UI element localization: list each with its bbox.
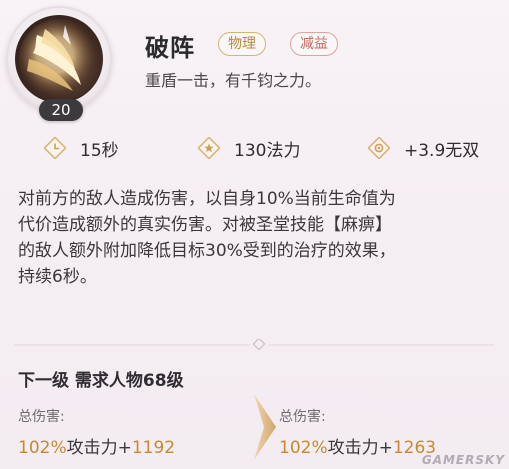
description-line: 持续6秒。: [18, 267, 97, 287]
star-icon: [197, 136, 221, 160]
stat-cost: 130法力: [197, 134, 301, 162]
musou-icon: [367, 136, 391, 160]
chevron-right-icon: [252, 392, 278, 462]
skill-icon-container[interactable]: 20: [6, 6, 114, 121]
clock-icon: [43, 136, 67, 160]
current-damage-pct: 102%: [18, 438, 67, 458]
next-damage-mid: 攻击力+: [327, 438, 393, 458]
current-damage-value: 102%攻击力+1192: [18, 433, 175, 458]
next-damage-pct: 102%: [279, 438, 328, 458]
tag-debuff: 减益: [290, 32, 338, 56]
cooldown-value: 15秒: [80, 140, 119, 161]
next-level-title: 下一级 需求人物68级: [18, 371, 184, 391]
current-damage-mid: 攻击力+: [66, 438, 132, 458]
next-damage-value: 102%攻击力+1263: [279, 433, 436, 458]
description-line: 的敌人额外附加降低目标30%受到的治疗的效果，: [18, 241, 396, 261]
skill-level-badge: 20: [39, 99, 83, 121]
description-line: 对前方的敌人造成伤害，以自身10%当前生命值为: [18, 189, 396, 209]
current-damage-label: 总伤害:: [18, 409, 65, 425]
next-damage-label: 总伤害:: [279, 409, 326, 425]
skill-description: 对前方的敌人造成伤害，以自身10%当前生命值为 代价造成额外的真实伤害。对被圣堂…: [18, 186, 502, 290]
current-damage-num: 1192: [131, 438, 176, 458]
skill-name: 破阵: [145, 34, 195, 62]
description-line: 代价造成额外的真实伤害。对被圣堂技能【麻痹】: [18, 215, 392, 235]
skill-card: 20 破阵 物理 减益 重盾一击，有千钧之力。 15秒 130法力 +3.9无双…: [0, 0, 509, 469]
tag-physical: 物理: [218, 32, 266, 56]
skill-subtitle: 重盾一击，有千钧之力。: [145, 71, 322, 90]
blade-skill-icon: [15, 15, 103, 103]
cost-value: 130法力: [234, 140, 301, 161]
stat-musou: +3.9无双: [367, 134, 480, 162]
stat-cooldown: 15秒: [43, 134, 119, 162]
site-watermark: GAMERSKY: [421, 453, 505, 467]
section-divider: [14, 336, 494, 351]
musou-value: +3.9无双: [404, 140, 480, 161]
